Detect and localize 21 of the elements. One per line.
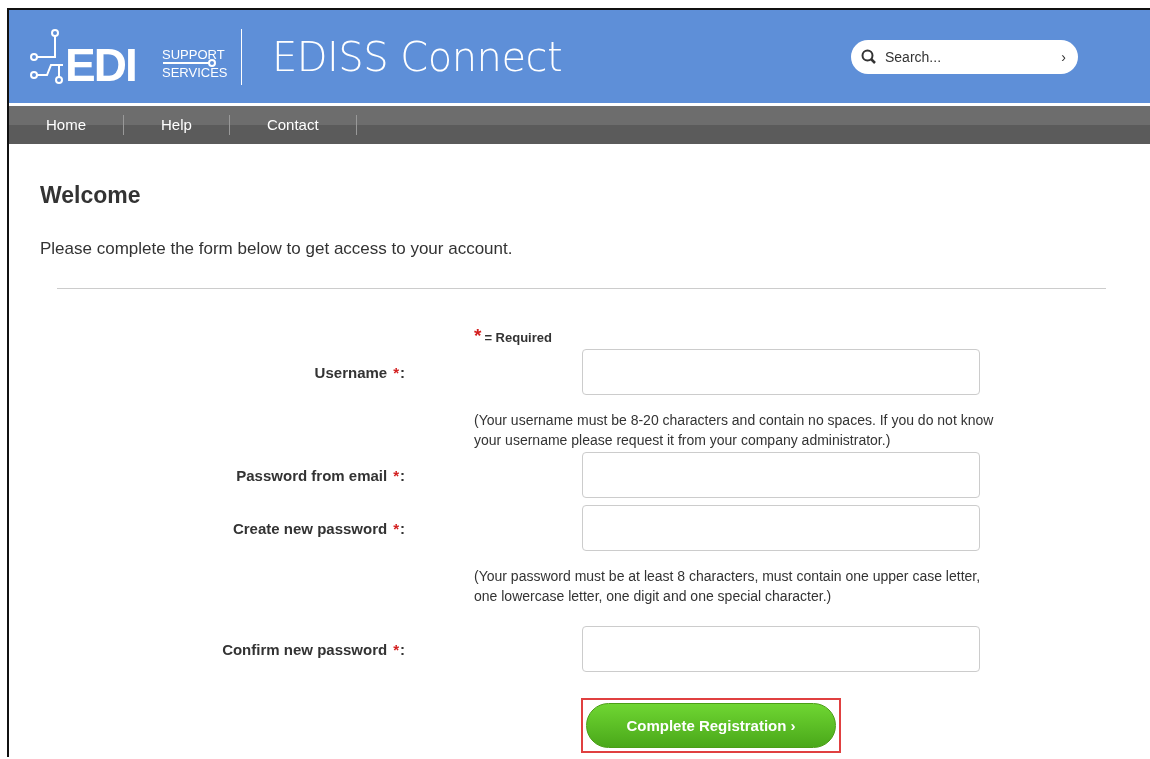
text-input[interactable] bbox=[582, 452, 980, 498]
text-input[interactable] bbox=[582, 349, 980, 395]
required-legend: *= Required bbox=[474, 330, 552, 345]
intro-text: Please complete the form below to get access to your account. bbox=[40, 239, 514, 259]
field-label: Password from email *: bbox=[236, 466, 405, 484]
nav-link[interactable]: Home bbox=[9, 106, 123, 144]
nav-link[interactable]: Help bbox=[124, 106, 229, 144]
text-input[interactable] bbox=[582, 626, 980, 672]
field-label: Confirm new password *: bbox=[222, 640, 405, 658]
nav-link[interactable]: Contact bbox=[229, 106, 356, 144]
text-input[interactable] bbox=[582, 505, 980, 551]
page-heading: Welcome bbox=[40, 182, 142, 209]
field-label: Create new password *: bbox=[232, 519, 405, 537]
site-title: EDISS Connect bbox=[272, 33, 564, 80]
help-text: (Your password must be at least 8 characters, must contain one upper case letter, one lowercase letter, one digit and one special character.) bbox=[474, 567, 982, 606]
search-submit-button[interactable]: › bbox=[1059, 48, 1068, 65]
field-label: Username *: bbox=[314, 363, 405, 381]
search-icon bbox=[861, 48, 877, 65]
logo: EDI SUPPORT SERVICES bbox=[29, 24, 229, 89]
help-text: (Your username must be 8-20 characters and contain no spaces. If you do not know your username please request it from your company administrator.) bbox=[474, 411, 995, 450]
search-field[interactable]: Search... › bbox=[851, 39, 1078, 74]
